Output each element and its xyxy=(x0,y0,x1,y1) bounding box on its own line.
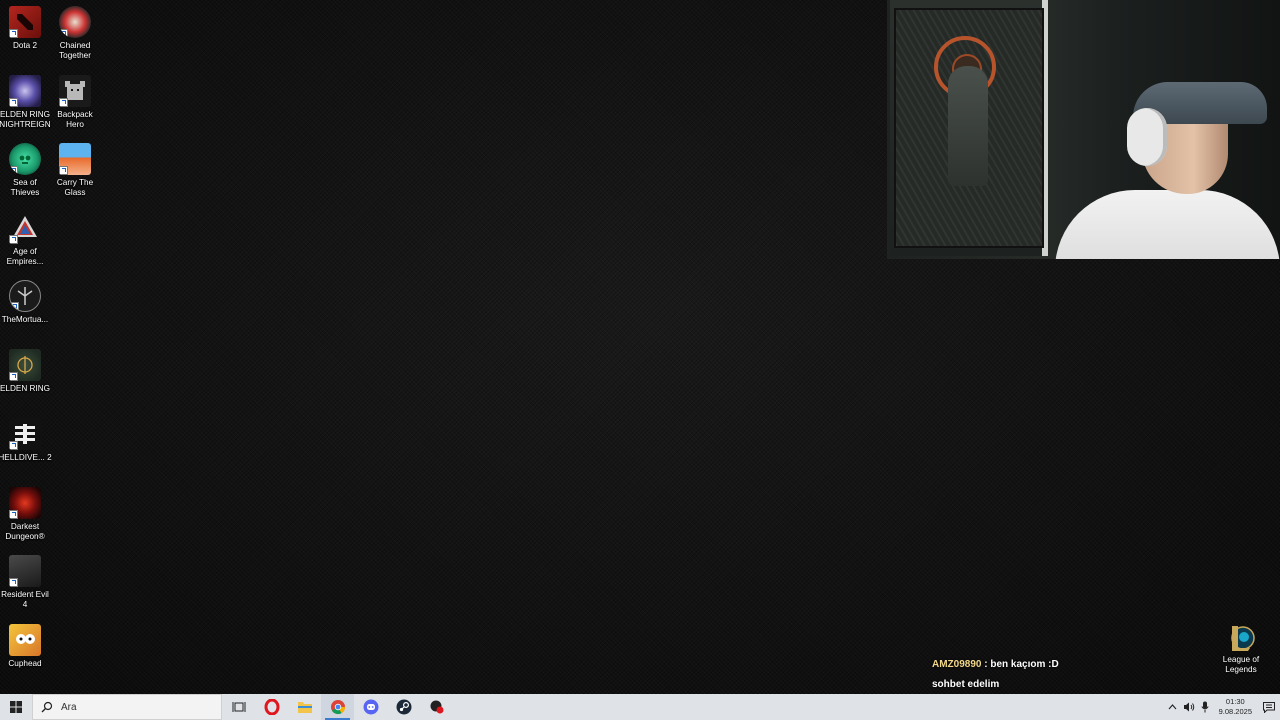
desktop-icon-label: ELDEN RING NIGHTREIGN xyxy=(0,110,51,129)
stream-chat: AMZ09890 : ben kaçıom :D sohbet edelim xyxy=(932,658,1059,698)
steam-icon xyxy=(396,699,411,715)
desktop-icon-dota2[interactable]: Dota 2 xyxy=(0,6,50,51)
desktop-icon-helldivers-2[interactable]: HELLDIVE... 2 xyxy=(0,418,52,463)
shortcut-arrow-icon xyxy=(59,166,68,175)
taskbar-discord[interactable] xyxy=(354,694,387,720)
shortcut-arrow-icon xyxy=(59,98,68,107)
task-view-button[interactable] xyxy=(222,694,255,720)
microphone-button[interactable] xyxy=(1197,694,1213,720)
desktop-icon-carry-the-glass[interactable]: Carry The Glass xyxy=(50,143,100,198)
taskbar-file-explorer[interactable] xyxy=(288,694,321,720)
desktop-icon-label: Chained Together xyxy=(59,41,91,60)
search-icon xyxy=(41,701,53,713)
chevron-up-icon xyxy=(1168,704,1177,710)
shortcut-arrow-icon xyxy=(9,372,18,381)
taskbar-steam[interactable] xyxy=(387,694,420,720)
wall-poster xyxy=(890,0,1048,256)
windows-icon xyxy=(10,701,22,713)
resident-evil-4-icon xyxy=(9,555,41,587)
sea-of-thieves-icon xyxy=(9,143,41,175)
shortcut-arrow-icon xyxy=(9,578,18,587)
desktop-icon-label: Dota 2 xyxy=(12,41,38,50)
clock-date: 9.08.2025 xyxy=(1218,707,1252,716)
dota2-icon xyxy=(9,6,41,38)
headphones xyxy=(1127,108,1167,166)
elden-ring-icon xyxy=(9,349,41,381)
notification-icon xyxy=(1263,701,1275,713)
desktop-icon-the-mortuary[interactable]: TheMortua... xyxy=(0,280,50,325)
chat-text: : ben kaçıom :D xyxy=(981,659,1059,670)
shortcut-arrow-icon xyxy=(59,29,68,38)
shortcut-arrow-icon xyxy=(9,98,18,107)
speaker-icon xyxy=(1183,702,1194,712)
volume-button[interactable] xyxy=(1181,694,1197,720)
taskbar: Ara 01:30 9.08.2025 xyxy=(0,694,1280,720)
desktop-icon-elden-ring-nightreign[interactable]: ELDEN RING NIGHTREIGN xyxy=(0,75,51,130)
desktop-icon-league-of-legends[interactable]: League of Legends xyxy=(1218,623,1264,675)
desktop-icon-chained-together[interactable]: Chained Together xyxy=(50,6,100,61)
shortcut-arrow-icon xyxy=(9,510,18,519)
file-explorer-icon xyxy=(297,702,312,713)
desktop-icon-label: TheMortua... xyxy=(1,315,49,324)
desktop-icon-label: Carry The Glass xyxy=(56,178,94,197)
desktop-icon-cuphead[interactable]: Cuphead xyxy=(0,624,50,669)
shortcut-arrow-icon xyxy=(10,302,19,311)
task-view-icon xyxy=(232,702,245,712)
desktop-icon-darkest-dungeon[interactable]: Darkest Dungeon® xyxy=(0,487,50,542)
chat-username: AMZ09890 xyxy=(932,659,982,670)
taskbar-search-box[interactable]: Ara xyxy=(32,694,222,720)
taskbar-chrome[interactable] xyxy=(321,694,354,720)
desktop-icon-label: Cuphead xyxy=(8,659,42,668)
desktop-icon-label: League of Legends xyxy=(1222,655,1260,674)
age-of-empires-icon xyxy=(9,212,41,244)
desktop-icon-label: Sea of Thieves xyxy=(10,178,40,197)
taskbar-opera[interactable] xyxy=(255,694,288,720)
elden-ring-nightreign-icon xyxy=(9,75,41,107)
system-tray: 01:30 9.08.2025 xyxy=(1165,694,1280,720)
chat-message: AMZ09890 : ben kaçıom :D xyxy=(932,658,1059,678)
backpack-hero-icon xyxy=(59,75,91,107)
start-button[interactable] xyxy=(0,694,32,720)
chat-text: sohbet edelim xyxy=(932,679,1000,690)
taskbar-recorder[interactable] xyxy=(420,694,453,720)
desktop-icon-backpack-hero[interactable]: Backpack Hero xyxy=(50,75,100,130)
show-hidden-icons-button[interactable] xyxy=(1165,694,1181,720)
desktop-icon-label: HELLDIVE... 2 xyxy=(0,453,52,462)
darkest-dungeon-icon xyxy=(9,487,41,519)
desktop-icon-label: Darkest Dungeon® xyxy=(5,522,45,541)
league-of-legends-icon xyxy=(1226,623,1256,653)
desktop-icon-label: Age of Empires... xyxy=(6,247,44,266)
discord-icon xyxy=(363,699,378,715)
the-mortuary-icon xyxy=(9,280,41,312)
desktop-icon-resident-evil-4[interactable]: Resident Evil 4 xyxy=(0,555,50,610)
shortcut-arrow-icon xyxy=(9,29,18,38)
microphone-icon xyxy=(1201,701,1209,713)
desktop-icon-age-of-empires[interactable]: Age of Empires... xyxy=(0,212,50,267)
chained-together-icon xyxy=(59,6,91,38)
search-placeholder: Ara xyxy=(61,701,77,713)
helldivers-2-icon xyxy=(9,418,41,450)
desktop-icon-label: ELDEN RING xyxy=(0,384,51,393)
cuphead-icon xyxy=(9,624,41,656)
clock-time: 01:30 xyxy=(1225,697,1245,706)
desktop-icon-sea-of-thieves[interactable]: Sea of Thieves xyxy=(0,143,50,198)
shortcut-arrow-icon xyxy=(9,441,18,450)
taskbar-clock[interactable]: 01:30 9.08.2025 xyxy=(1219,697,1252,717)
desktop-icon-elden-ring[interactable]: ELDEN RING xyxy=(0,349,50,394)
opera-icon xyxy=(264,699,279,715)
chrome-icon xyxy=(330,700,345,715)
desktop-icon-label: Backpack Hero xyxy=(57,110,93,129)
desktop-icon-label: Resident Evil 4 xyxy=(1,590,49,609)
carry-the-glass-icon xyxy=(59,143,91,175)
recorder-icon xyxy=(430,700,443,714)
webcam-overlay xyxy=(887,0,1280,259)
action-center-button[interactable] xyxy=(1258,694,1280,720)
shortcut-arrow-icon xyxy=(9,235,18,244)
shortcut-arrow-icon xyxy=(9,166,18,175)
